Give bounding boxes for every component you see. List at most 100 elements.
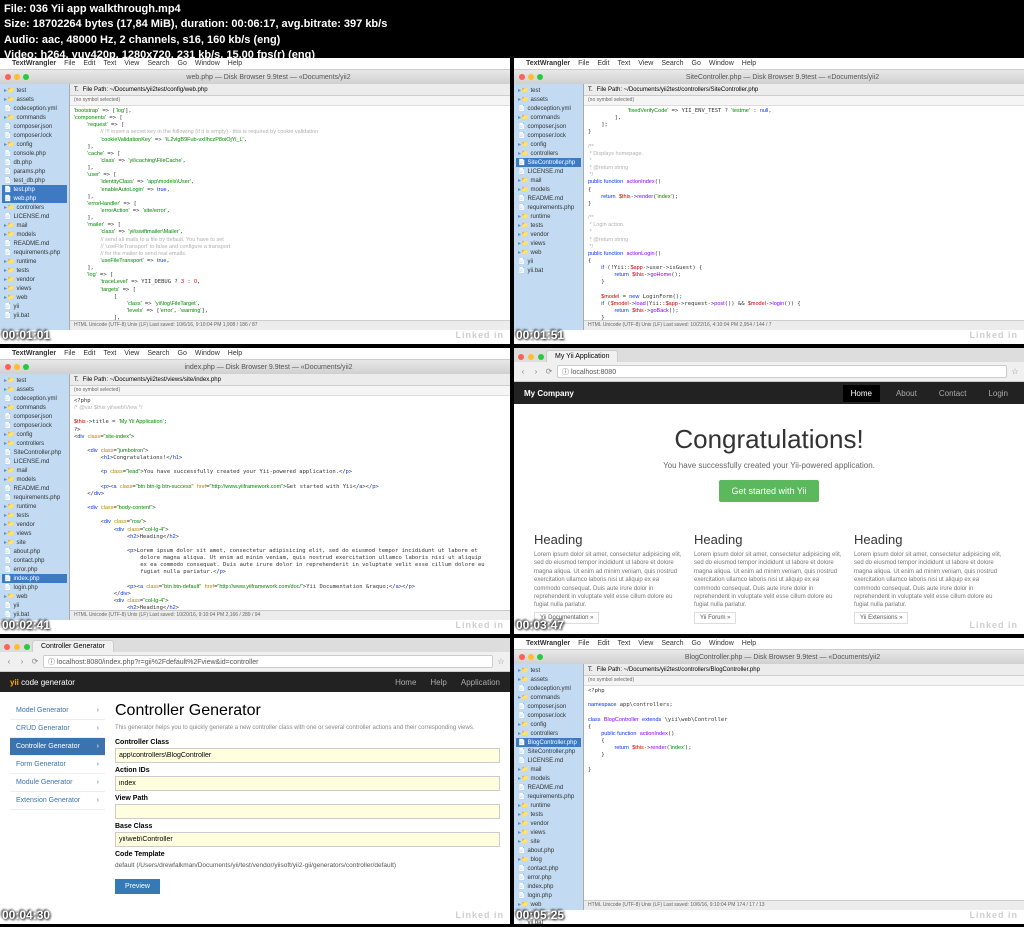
sidebar-item[interactable]: ▸📁commands xyxy=(516,113,581,122)
sidebar-item[interactable]: ▸📁controllers xyxy=(516,729,581,738)
menu-edit[interactable]: Edit xyxy=(83,350,95,357)
sidebar-item[interactable]: 📄composer.lock xyxy=(516,131,581,140)
menu-window[interactable]: Window xyxy=(195,60,220,67)
sidebar-item[interactable]: ▸📁assets xyxy=(516,95,581,104)
symbol-popup[interactable]: (no symbol selected) xyxy=(74,387,120,393)
sidebar-item[interactable]: ▸📁tests xyxy=(2,266,67,275)
sidebar-item[interactable]: 📄console.php xyxy=(2,149,67,158)
nav-contact[interactable]: Contact xyxy=(933,385,973,402)
file-sidebar[interactable]: ▸📁test▸📁assets📄codeception.yml▸📁commands… xyxy=(514,84,584,330)
menu-window[interactable]: Window xyxy=(709,640,734,647)
view-path-input[interactable] xyxy=(115,804,500,819)
sidebar-item[interactable]: 📄db.php xyxy=(2,158,67,167)
sidebar-item[interactable]: ▸📁runtime xyxy=(2,257,67,266)
star-icon[interactable]: ☆ xyxy=(496,657,506,667)
sidebar-item[interactable]: 📄SiteController.php xyxy=(516,158,581,167)
sidebar-item[interactable]: ▸📁site xyxy=(516,837,581,846)
sidebar-item[interactable]: 📄BlogController.php xyxy=(516,738,581,747)
menu-file[interactable]: File xyxy=(64,60,75,67)
menu-help[interactable]: Help xyxy=(228,350,242,357)
sidebar-item[interactable]: ▸📁site xyxy=(2,538,67,547)
sidebar-item[interactable]: 📄composer.lock xyxy=(516,711,581,720)
reload-icon[interactable]: ⟳ xyxy=(544,367,554,377)
sidebar-item[interactable]: 📄README.md xyxy=(516,783,581,792)
sidebar-item[interactable]: ▸📁views xyxy=(516,239,581,248)
sidebar-item[interactable]: 📄requirements.php xyxy=(2,248,67,257)
toolbar-fn-icon[interactable]: T. xyxy=(588,667,593,673)
minimize-icon[interactable] xyxy=(14,74,20,80)
sidebar-item[interactable]: 📄index.php xyxy=(2,574,67,583)
file-sidebar[interactable]: ▸📁test▸📁assets📄codeception.yml▸📁commands… xyxy=(0,84,70,330)
app-name[interactable]: TextWrangler xyxy=(526,640,570,647)
sidebar-item[interactable]: 📄composer.lock xyxy=(2,421,67,430)
sidebar-item[interactable]: 📄codeception.yml xyxy=(516,104,581,113)
sidebar-item[interactable]: 📄composer.json xyxy=(2,122,67,131)
close-icon[interactable] xyxy=(5,74,11,80)
nav-app[interactable]: Application xyxy=(461,678,500,687)
sidebar-item[interactable]: 📄about.php xyxy=(516,846,581,855)
zoom-icon[interactable] xyxy=(537,74,543,80)
sidebar-item[interactable]: 📄test_db.php xyxy=(2,176,67,185)
sidebar-item[interactable]: 📄requirements.php xyxy=(2,493,67,502)
sidebar-item[interactable]: ▸📁assets xyxy=(516,675,581,684)
menu-go[interactable]: Go xyxy=(692,640,701,647)
sidebar-item[interactable]: 📄yii.bat xyxy=(2,311,67,320)
toolbar-fn-icon[interactable]: T. xyxy=(74,87,79,93)
sidebar-item[interactable]: ▸📁config xyxy=(516,140,581,149)
code-editor[interactable]: 'bootstrap' => ['log'], 'components' => … xyxy=(70,106,510,320)
browser-tab[interactable]: My Yii Application xyxy=(546,350,618,362)
sidebar-item[interactable]: 📄codeception.yml xyxy=(516,684,581,693)
sidebar-item[interactable]: ▸📁mail xyxy=(516,765,581,774)
code-editor[interactable]: <?php namespace app\controllers; class B… xyxy=(584,686,1024,900)
close-icon[interactable] xyxy=(5,364,11,370)
zoom-icon[interactable] xyxy=(23,74,29,80)
sidebar-item[interactable]: 📄README.md xyxy=(2,239,67,248)
path-bar[interactable]: File Path: ~/Documents/yii2test/controll… xyxy=(597,87,759,93)
zoom-icon[interactable] xyxy=(23,364,29,370)
sidebar-item[interactable]: ▸📁mail xyxy=(2,221,67,230)
get-started-button[interactable]: Get started with Yii xyxy=(719,480,818,502)
symbol-popup[interactable]: (no symbol selected) xyxy=(588,677,634,683)
sidebar-item[interactable]: ▸📁controllers xyxy=(516,149,581,158)
menu-edit[interactable]: Edit xyxy=(597,640,609,647)
sidebar-item[interactable]: 📄requirements.php xyxy=(516,792,581,801)
minimize-icon[interactable] xyxy=(528,654,534,660)
gii-side-item[interactable]: Extension Generator› xyxy=(10,792,105,810)
close-icon[interactable] xyxy=(519,74,525,80)
controller-class-input[interactable] xyxy=(115,748,500,763)
sidebar-item[interactable]: ▸📁tests xyxy=(516,810,581,819)
sidebar-item[interactable]: ▸📁config xyxy=(516,720,581,729)
sidebar-item[interactable]: ▸📁controllers xyxy=(2,203,67,212)
sidebar-item[interactable]: 📄SiteController.php xyxy=(516,747,581,756)
app-name[interactable]: TextWrangler xyxy=(12,60,56,67)
sidebar-item[interactable]: ▸📁config xyxy=(2,140,67,149)
sidebar-item[interactable]: 📄error.php xyxy=(516,873,581,882)
gii-side-item[interactable]: Controller Generator› xyxy=(10,738,105,756)
sidebar-item[interactable]: 📄login.php xyxy=(516,891,581,900)
sidebar-item[interactable]: ▸📁web xyxy=(2,293,67,302)
sidebar-item[interactable]: ▸📁vendor xyxy=(516,230,581,239)
toolbar-fn-icon[interactable]: T. xyxy=(588,87,593,93)
star-icon[interactable]: ☆ xyxy=(1010,367,1020,377)
ext-button[interactable]: Yii Extensions » xyxy=(854,612,908,624)
minimize-icon[interactable] xyxy=(14,644,20,650)
back-icon[interactable]: ‹ xyxy=(518,367,528,377)
nav-help[interactable]: Help xyxy=(430,678,446,687)
menu-file[interactable]: File xyxy=(64,350,75,357)
code-editor[interactable]: <?php /* @var $this yii\web\View */ $thi… xyxy=(70,396,510,610)
sidebar-item[interactable]: 📄yii xyxy=(516,257,581,266)
code-editor[interactable]: 'fixedVerifyCode' => YII_ENV_TEST ? 'tes… xyxy=(584,106,1024,320)
sidebar-item[interactable]: ▸📁runtime xyxy=(2,502,67,511)
nav-home[interactable]: Home xyxy=(395,678,416,687)
minimize-icon[interactable] xyxy=(14,364,20,370)
sidebar-item[interactable]: 📄contact.php xyxy=(516,864,581,873)
symbol-popup[interactable]: (no symbol selected) xyxy=(74,97,120,103)
sidebar-item[interactable]: ▸📁commands xyxy=(2,113,67,122)
address-bar[interactable]: ⓘ localhost:8080 xyxy=(557,365,1007,378)
sidebar-item[interactable]: ▸📁assets xyxy=(2,385,67,394)
sidebar-item[interactable]: 📄about.php xyxy=(2,547,67,556)
menu-go[interactable]: Go xyxy=(178,60,187,67)
sidebar-item[interactable]: ▸📁tests xyxy=(2,511,67,520)
sidebar-item[interactable]: ▸📁models xyxy=(516,185,581,194)
app-name[interactable]: TextWrangler xyxy=(526,60,570,67)
